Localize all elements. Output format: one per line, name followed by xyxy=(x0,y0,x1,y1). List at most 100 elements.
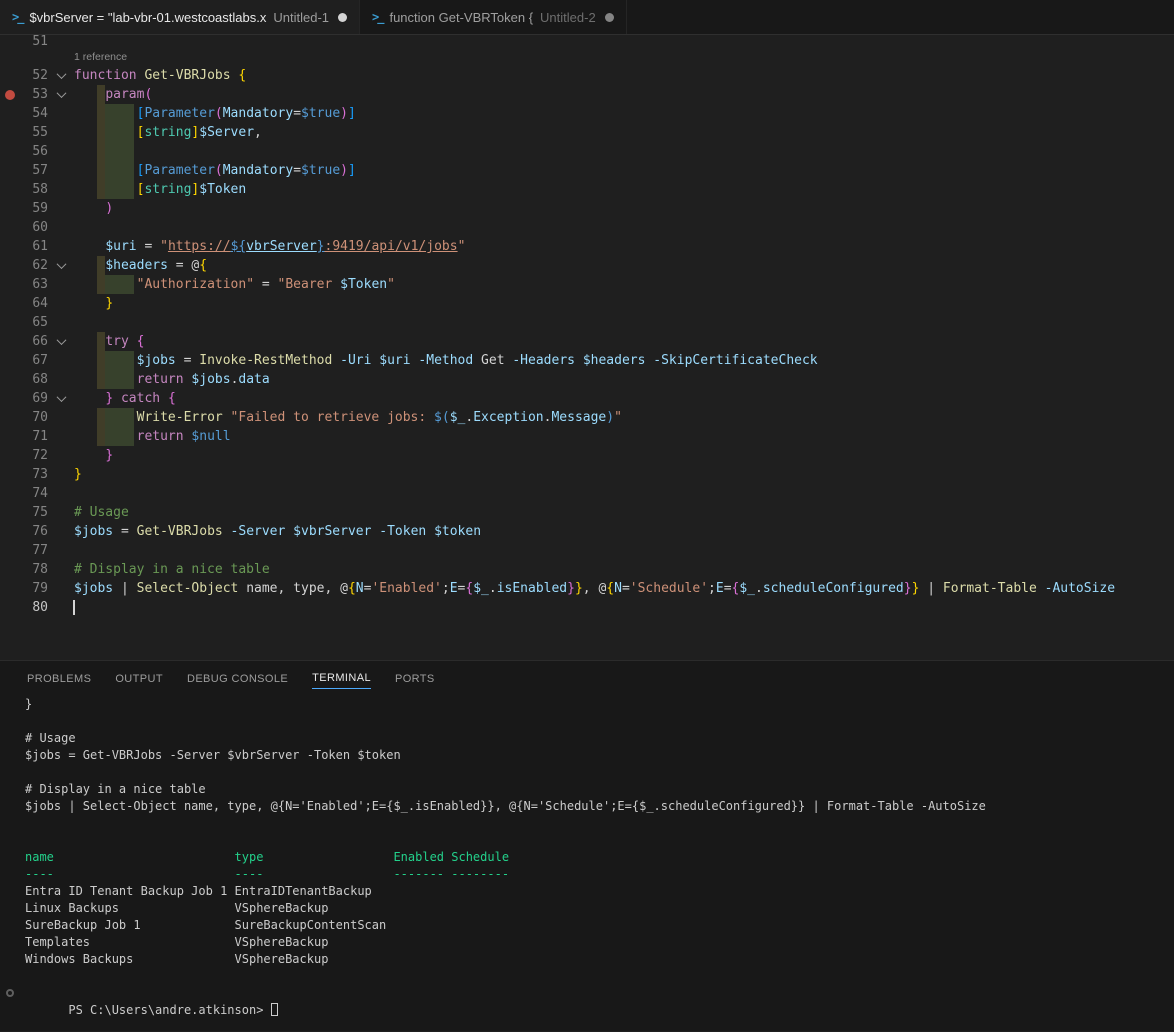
panel-tab-ports[interactable]: PORTS xyxy=(395,669,435,689)
breakpoint-margin[interactable] xyxy=(0,522,20,541)
breakpoint-margin[interactable] xyxy=(0,275,20,294)
breakpoint-margin[interactable] xyxy=(0,180,20,199)
modified-dot-icon[interactable] xyxy=(338,13,347,22)
code-line[interactable]: 51 xyxy=(0,35,1174,48)
breakpoint-margin[interactable] xyxy=(0,142,20,161)
breakpoint-margin[interactable] xyxy=(0,408,20,427)
breakpoint-margin[interactable] xyxy=(0,370,20,389)
fold-column[interactable] xyxy=(48,66,74,85)
fold-column xyxy=(48,123,74,142)
terminal-line: # Display in a nice table xyxy=(25,781,1174,798)
codelens-reference[interactable]: 1 reference xyxy=(0,48,1174,66)
code-line[interactable]: 54 [Parameter(Mandatory=$true)] xyxy=(0,104,1174,123)
panel-tab-terminal[interactable]: TERMINAL xyxy=(312,668,371,689)
breakpoint-margin[interactable] xyxy=(0,560,20,579)
modified-dot-icon[interactable] xyxy=(605,13,614,22)
code-line[interactable]: 79$jobs | Select-Object name, type, @{N=… xyxy=(0,579,1174,598)
panel-tab-output[interactable]: OUTPUT xyxy=(115,669,163,689)
code-line[interactable]: 78# Display in a nice table xyxy=(0,560,1174,579)
code-line[interactable]: 70 Write-Error "Failed to retrieve jobs:… xyxy=(0,408,1174,427)
breakpoint-margin[interactable] xyxy=(0,503,20,522)
chevron-down-icon[interactable] xyxy=(56,259,66,269)
code-line[interactable]: 77 xyxy=(0,541,1174,560)
code-line[interactable]: 56 xyxy=(0,142,1174,161)
code-line[interactable]: 66 try { xyxy=(0,332,1174,351)
breakpoint-margin[interactable] xyxy=(0,66,20,85)
breakpoint-margin[interactable] xyxy=(0,332,20,351)
chevron-down-icon[interactable] xyxy=(56,335,66,345)
command-decoration-icon[interactable] xyxy=(6,989,14,997)
breakpoint-margin[interactable] xyxy=(0,256,20,275)
breakpoint-icon[interactable] xyxy=(5,90,15,100)
code-line[interactable]: 64 } xyxy=(0,294,1174,313)
breakpoint-margin[interactable] xyxy=(0,351,20,370)
code-line[interactable]: 69 } catch { xyxy=(0,389,1174,408)
code-line[interactable]: 59 ) xyxy=(0,199,1174,218)
breakpoint-margin[interactable] xyxy=(0,104,20,123)
tab-untitled-1[interactable]: >_ $vbrServer = "lab-vbr-01.westcoastlab… xyxy=(0,0,360,34)
breakpoint-margin[interactable] xyxy=(0,541,20,560)
breakpoint-margin[interactable] xyxy=(0,35,20,48)
terminal[interactable]: }# Usage$jobs = Get-VBRJobs -Server $vbr… xyxy=(0,696,1174,1002)
fold-column[interactable] xyxy=(48,85,74,104)
breakpoint-margin[interactable] xyxy=(0,389,20,408)
code-line[interactable]: 76$jobs = Get-VBRJobs -Server $vbrServer… xyxy=(0,522,1174,541)
chevron-down-icon[interactable] xyxy=(56,392,66,402)
code-line[interactable]: 65 xyxy=(0,313,1174,332)
code-line[interactable]: 67 $jobs = Invoke-RestMethod -Uri $uri -… xyxy=(0,351,1174,370)
tab-bar: >_ $vbrServer = "lab-vbr-01.westcoastlab… xyxy=(0,0,1174,35)
breakpoint-margin[interactable] xyxy=(0,427,20,446)
terminal-line xyxy=(25,815,1174,832)
breakpoint-margin[interactable] xyxy=(0,237,20,256)
terminal-prompt-row[interactable]: PS C:\Users\andre.atkinson> xyxy=(25,985,1174,1002)
breakpoint-margin[interactable] xyxy=(0,484,20,503)
fold-column xyxy=(48,446,74,465)
code-line[interactable]: 63 "Authorization" = "Bearer $Token" xyxy=(0,275,1174,294)
code-line[interactable]: 60 xyxy=(0,218,1174,237)
breakpoint-margin[interactable] xyxy=(0,123,20,142)
code-line[interactable]: 62 $headers = @{ xyxy=(0,256,1174,275)
code-line[interactable]: 58 [string]$Token xyxy=(0,180,1174,199)
code-editor[interactable]: 511 reference52function Get-VBRJobs {53 … xyxy=(0,35,1174,660)
breakpoint-margin[interactable] xyxy=(0,294,20,313)
breakpoint-margin[interactable] xyxy=(0,446,20,465)
code-text: # Display in a nice table xyxy=(74,560,1174,579)
breakpoint-margin[interactable] xyxy=(0,161,20,180)
breakpoint-margin[interactable] xyxy=(0,579,20,598)
code-line[interactable]: 57 [Parameter(Mandatory=$true)] xyxy=(0,161,1174,180)
terminal-cursor xyxy=(271,1003,278,1016)
breakpoint-margin[interactable] xyxy=(0,313,20,332)
breakpoint-margin[interactable] xyxy=(0,218,20,237)
fold-column[interactable] xyxy=(48,389,74,408)
tab-untitled-2[interactable]: >_ function Get-VBRToken { Untitled-2 xyxy=(360,0,627,34)
fold-column xyxy=(48,313,74,332)
code-line[interactable]: 68 return $jobs.data xyxy=(0,370,1174,389)
breakpoint-margin[interactable] xyxy=(0,598,20,617)
code-line[interactable]: 71 return $null xyxy=(0,427,1174,446)
code-line[interactable]: 80 xyxy=(0,598,1174,617)
code-line[interactable]: 52function Get-VBRJobs { xyxy=(0,66,1174,85)
code-line[interactable]: 55 [string]$Server, xyxy=(0,123,1174,142)
fold-column[interactable] xyxy=(48,332,74,351)
code-text xyxy=(74,484,1174,503)
code-text: $jobs = Invoke-RestMethod -Uri $uri -Met… xyxy=(74,351,1174,370)
code-line[interactable]: 75# Usage xyxy=(0,503,1174,522)
code-line[interactable]: 53 param( xyxy=(0,85,1174,104)
breakpoint-margin[interactable] xyxy=(0,199,20,218)
fold-column[interactable] xyxy=(48,256,74,275)
code-line[interactable]: 72 } xyxy=(0,446,1174,465)
code-line[interactable]: 73} xyxy=(0,465,1174,484)
line-number: 64 xyxy=(20,294,48,313)
breakpoint-margin[interactable] xyxy=(0,85,20,104)
code-line[interactable]: 61 $uri = "https://${vbrServer}:9419/api… xyxy=(0,237,1174,256)
breakpoint-margin[interactable] xyxy=(0,465,20,484)
panel-tab-debug-console[interactable]: DEBUG CONSOLE xyxy=(187,669,288,689)
chevron-down-icon[interactable] xyxy=(56,69,66,79)
panel-tab-problems[interactable]: PROBLEMS xyxy=(27,669,91,689)
chevron-down-icon[interactable] xyxy=(56,88,66,98)
terminal-output: }# Usage$jobs = Get-VBRJobs -Server $vbr… xyxy=(25,696,1174,968)
code-line[interactable]: 74 xyxy=(0,484,1174,503)
code-text: $jobs | Select-Object name, type, @{N='E… xyxy=(74,579,1174,598)
code-text: ) xyxy=(74,199,1174,218)
line-number: 51 xyxy=(20,35,48,48)
